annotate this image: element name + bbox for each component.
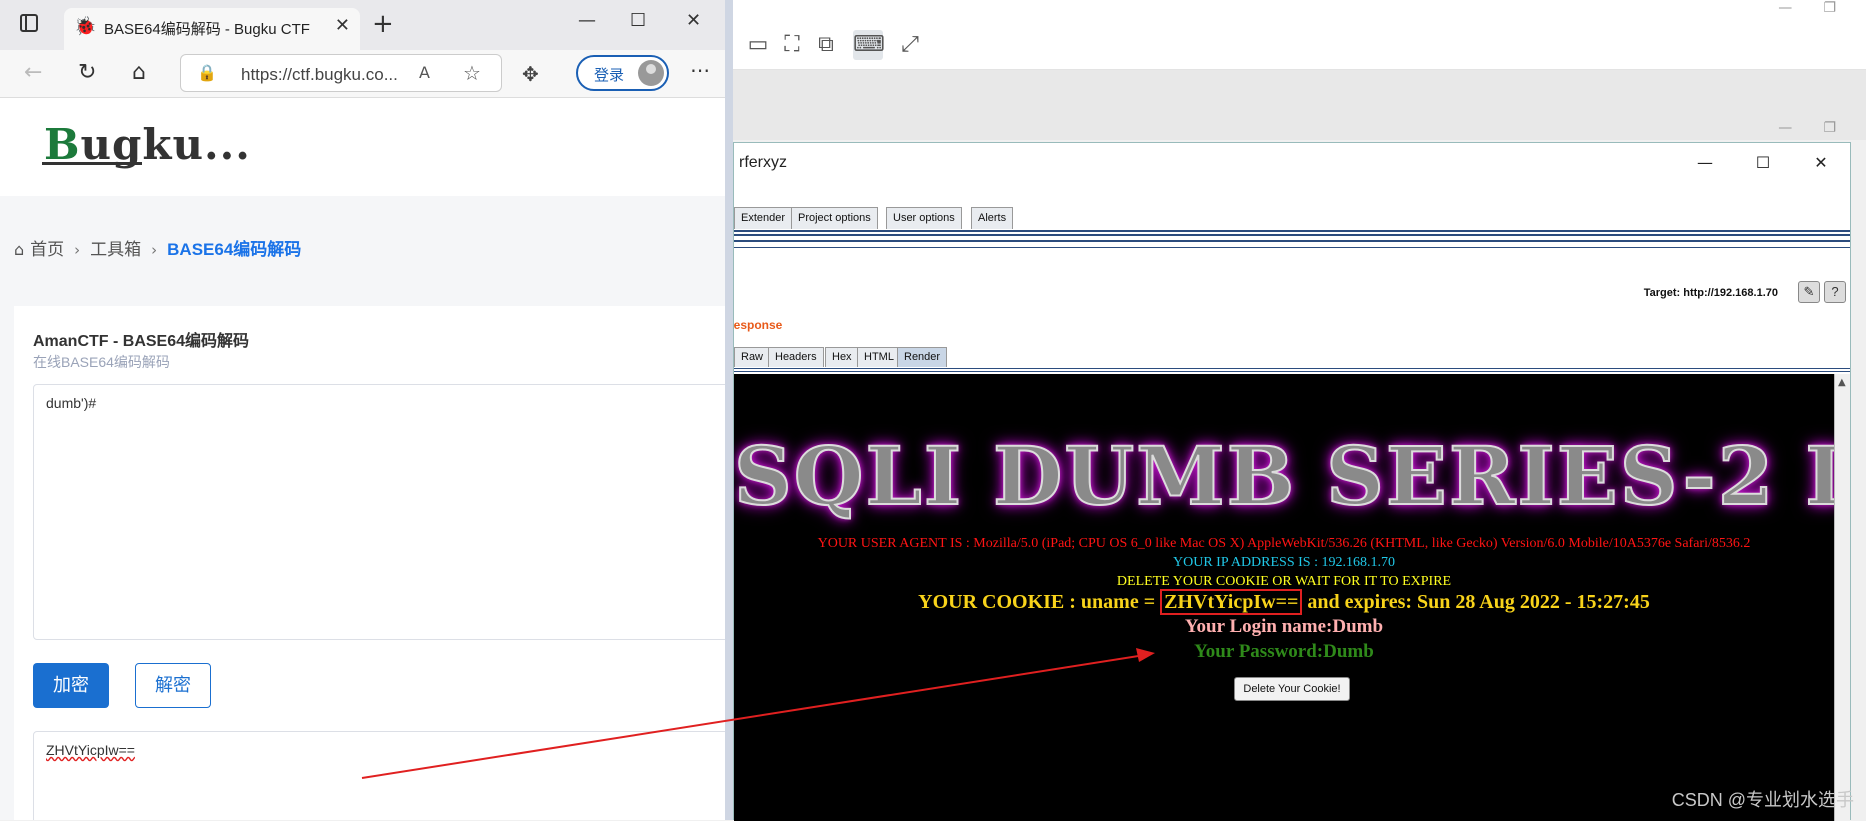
divider [734, 240, 1850, 248]
login-name-text: Your Login name:Dumb [1184, 616, 1384, 637]
background-app-area [733, 70, 1866, 140]
avatar [638, 60, 664, 86]
url-text: https://ctf.bugku.co... [241, 65, 398, 84]
decode-button[interactable]: 解密 [135, 663, 211, 708]
tab-raw[interactable]: Raw [734, 347, 771, 367]
breadcrumb-home[interactable]: 首页 [30, 240, 64, 259]
tab-extender[interactable]: Extender [734, 207, 793, 229]
chevron-right-icon: › [151, 241, 158, 259]
browser-window: 🐞 BASE64编码解码 - Bugku CTF ✕ + — ☐ ✕ ← ↻ ⌂… [0, 0, 733, 820]
burp-window-controls: — ☐ ✕ [1676, 143, 1850, 183]
help-icon[interactable]: ? [1824, 281, 1846, 303]
close-tab-icon[interactable]: ✕ [335, 15, 350, 36]
tab-title: BASE64编码解码 - Bugku CTF [104, 21, 310, 38]
breadcrumb: ⌂ 首页 › 工具箱 › BASE64编码解码 [14, 235, 301, 260]
site-header: Bugku... [0, 98, 725, 196]
edit-icon[interactable]: ✎ [1798, 281, 1820, 303]
encode-button[interactable]: 加密 [33, 663, 109, 708]
breadcrumb-current: BASE64编码解码 [167, 240, 302, 259]
refresh-icon[interactable]: ↻ [78, 60, 96, 85]
profile-login-button[interactable]: 登录 [576, 55, 669, 91]
card-title: AmanCTF - BASE64编码解码 [33, 333, 250, 350]
close-window-icon[interactable]: ✕ [686, 10, 701, 31]
burp-window: rferxyz — ☐ ✕ Extender Project options U… [725, 142, 1851, 821]
cookie-value-highlight: ZHVtYicpIw== [1160, 589, 1303, 615]
background-app-toolbar: ▭ ⛶ ⧉ ⌨ ⤢ — ❐ [733, 0, 1866, 70]
input-textarea[interactable]: dumb')# [33, 384, 725, 640]
input-value: dumb')# [46, 395, 97, 411]
password-text: Your Password:Dumb [1194, 641, 1374, 662]
home-icon[interactable]: ⌂ [132, 60, 146, 85]
tab-hex[interactable]: Hex [825, 347, 859, 367]
tab-headers[interactable]: Headers [768, 347, 824, 367]
login-label: 登录 [594, 67, 625, 84]
maximize-icon[interactable]: ☐ [1734, 143, 1792, 183]
web-page: Bugku... ⌂ 首页 › 工具箱 › BASE64编码解码 AmanCTF - BA… [0, 98, 725, 820]
tab-project-options[interactable]: Project options [791, 207, 878, 229]
delete-cookie-button[interactable]: Delete Your Cookie! [1234, 677, 1350, 701]
sidebar-toggle-icon[interactable] [20, 14, 38, 32]
tab-alerts[interactable]: Alerts [971, 207, 1014, 229]
delete-notice-text: DELETE YOUR COOKIE OR WAIT FOR IT TO EXP… [1116, 574, 1452, 589]
response-label: Response [725, 318, 783, 332]
minimize-icon[interactable]: — [1676, 143, 1734, 183]
burp-main-tabs: Extender Project options User options Al… [734, 207, 1850, 229]
scroll-up-icon: ▲ [1838, 377, 1846, 388]
bug-favicon-icon: 🐞 [74, 16, 97, 37]
tab-user-options[interactable]: User options [886, 207, 962, 229]
layout-icon[interactable]: ▭ [743, 30, 773, 60]
address-bar[interactable]: 🔒 https://ctf.bugku.co... A ☆ [180, 54, 502, 92]
capture-region-icon[interactable]: ⛶ [777, 30, 807, 60]
expand-icon[interactable]: ⤢ [895, 30, 925, 60]
extensions-icon[interactable]: ✥ [522, 62, 539, 86]
more-icon[interactable]: ⋯ [690, 58, 710, 82]
tab-html[interactable]: HTML [857, 347, 901, 367]
cookie-text: YOUR COOKIE : uname = ZHVtYicpIw== and e… [918, 589, 1650, 615]
lock-icon[interactable]: 🔒 [197, 63, 217, 82]
chevron-right-icon: › [74, 241, 81, 259]
read-aloud-icon[interactable]: A [419, 63, 430, 82]
response-view-tabs: Raw Headers Hex HTML Render [734, 347, 1850, 367]
breadcrumb-tools[interactable]: 工具箱 [90, 240, 141, 259]
background-window-controls-2[interactable]: — ❐ [1778, 120, 1836, 136]
render-scrollbar[interactable]: ▲ [1834, 374, 1850, 821]
tool-card: AmanCTF - BASE64编码解码 在线BASE64编码解码 dumb')… [14, 306, 725, 820]
divider [734, 230, 1850, 236]
burp-title-bar: rferxyz — ☐ ✕ [734, 143, 1850, 183]
card-subtitle: 在线BASE64编码解码 [33, 354, 170, 370]
logo-underline [42, 162, 142, 165]
home-icon: ⌂ [14, 240, 25, 259]
render-pane: SQLI DUMB SERIES-2 I YOUR USER AGENT IS … [734, 374, 1834, 821]
divider [734, 368, 1850, 372]
browser-tab[interactable]: 🐞 BASE64编码解码 - Bugku CTF ✕ [64, 8, 360, 50]
tab-render[interactable]: Render [897, 347, 948, 367]
ip-address-text: YOUR IP ADDRESS IS : 192.168.1.70 [1173, 555, 1395, 570]
favorite-icon[interactable]: ☆ [463, 61, 481, 85]
burp-window-title: rferxyz [739, 154, 787, 171]
back-icon[interactable]: ← [24, 60, 42, 85]
watermark: CSDN @专业划水选手 [1671, 790, 1854, 810]
window-copy-icon[interactable]: ⧉ [811, 30, 841, 60]
close-icon[interactable]: ✕ [1792, 143, 1850, 183]
render-page-title: SQLI DUMB SERIES-2 I [734, 428, 1834, 524]
target-label: Target: http://192.168.1.70 [1643, 287, 1778, 299]
tab-strip: 🐞 BASE64编码解码 - Bugku CTF ✕ + — ☐ ✕ [0, 0, 725, 50]
background-window-controls[interactable]: — ❐ [1778, 0, 1836, 16]
browser-toolbar: ← ↻ ⌂ 🔒 https://ctf.bugku.co... A ☆ ✥ 登录… [0, 50, 725, 98]
minimize-icon[interactable]: — [578, 10, 596, 31]
output-value: ZHVtYicpIw== [46, 742, 135, 758]
user-agent-text: YOUR USER AGENT IS : Mozilla/5.0 (iPad; … [817, 536, 1751, 551]
new-tab-icon[interactable]: + [372, 10, 394, 38]
terminal-icon[interactable]: ⌨ [853, 30, 885, 60]
maximize-icon[interactable]: ☐ [630, 10, 646, 31]
output-textarea[interactable]: ZHVtYicpIw== [33, 731, 725, 820]
